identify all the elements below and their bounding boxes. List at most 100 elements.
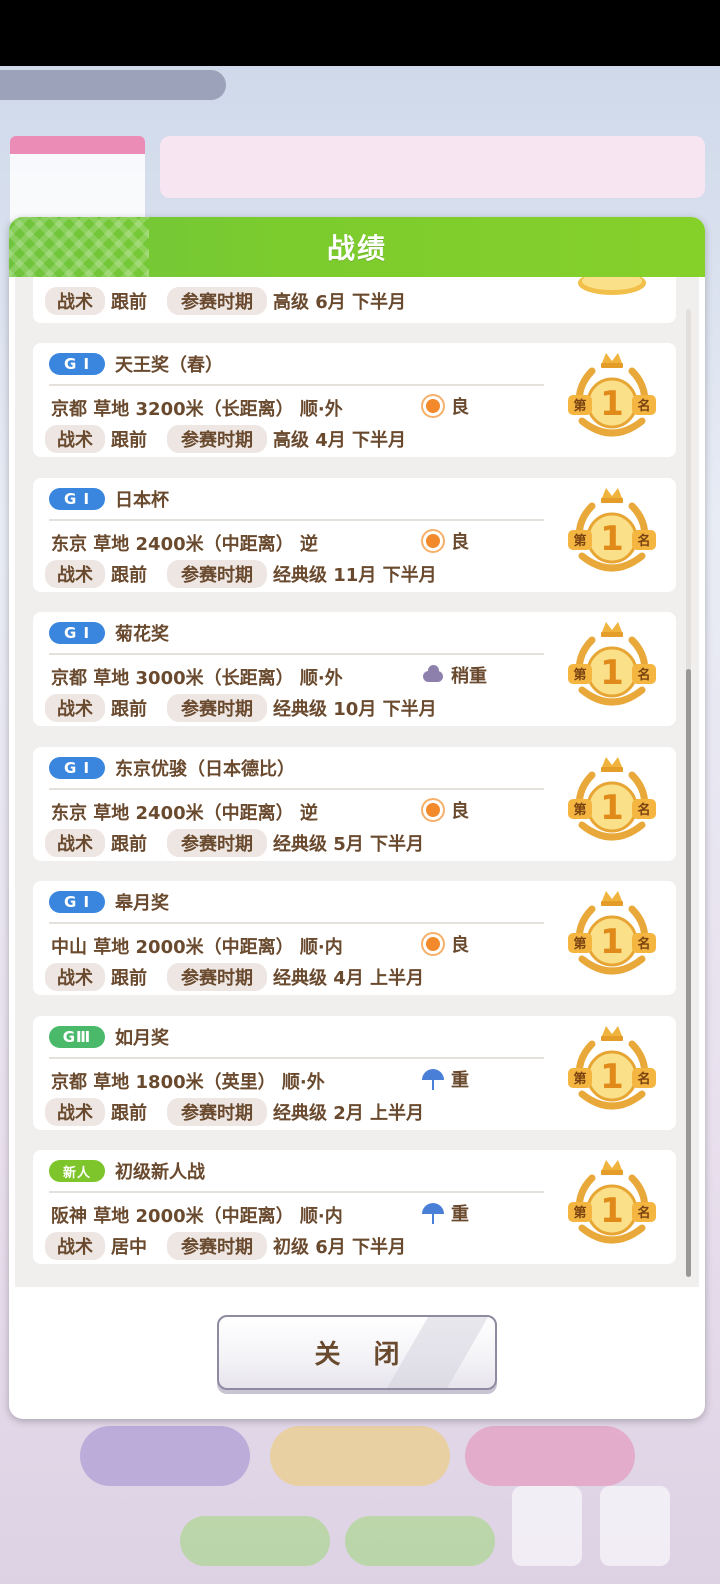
- tactic-value: 跟前: [111, 699, 147, 720]
- race-name: 如月奖: [115, 1027, 169, 1049]
- close-button-label: 关 闭: [314, 1340, 412, 1370]
- race-name: 日本杯: [115, 489, 169, 511]
- ground-condition: 稍重: [451, 666, 487, 687]
- dialog-header: 战绩: [9, 217, 705, 277]
- svg-text:第: 第: [573, 533, 586, 549]
- svg-text:1: 1: [600, 788, 624, 828]
- background-status-bar: [0, 70, 226, 100]
- period-label: 参赛时期: [167, 559, 267, 588]
- svg-text:名: 名: [637, 398, 650, 414]
- weather-status: 良: [421, 528, 469, 554]
- race-info: 中山 草地 2000米（中距离） 顺·内: [51, 937, 343, 958]
- sunny-icon: [421, 529, 445, 553]
- race-meta-row: 战术 跟前 参赛时期 经典级 10月 下半月: [45, 694, 437, 722]
- ground-condition: 良: [451, 935, 469, 956]
- race-card[interactable]: G I 天王奖（春） 京都 草地 3200米（长距离） 顺·外 良 战术 跟前 …: [33, 343, 676, 457]
- svg-text:1: 1: [600, 519, 624, 559]
- first-place-medal-icon: 1 第 名: [568, 756, 656, 840]
- divider: [49, 1191, 544, 1193]
- svg-text:1: 1: [600, 384, 624, 424]
- first-place-medal-icon: 1 第 名: [568, 622, 656, 706]
- svg-text:名: 名: [637, 1205, 650, 1221]
- tactic-label: 战术: [45, 828, 105, 857]
- race-name: 菊花奖: [115, 624, 169, 645]
- divider: [49, 787, 544, 790]
- svg-text:1: 1: [600, 1057, 624, 1097]
- sunny-icon: [421, 394, 445, 418]
- weather-status: 重: [421, 1200, 469, 1226]
- svg-text:名: 名: [637, 1071, 650, 1087]
- race-card[interactable]: G I 皋月奖 中山 草地 2000米（中距离） 顺·内 良 战术 跟前 参赛时…: [33, 881, 676, 995]
- period-label: 参赛时期: [167, 694, 267, 722]
- background-button: [270, 1426, 450, 1486]
- grade-badge: G I: [49, 487, 105, 510]
- race-meta-row: 战术 跟前 参赛时期 经典级 2月 上半月: [45, 1097, 424, 1126]
- rain-icon: [421, 1201, 445, 1225]
- first-place-medal-icon: 1 第 名: [568, 487, 656, 571]
- period-label: 参赛时期: [167, 963, 267, 991]
- first-place-medal-icon: 1 第 名: [568, 891, 656, 975]
- race-meta-row: 战术 跟前 参赛时期 经典级 5月 下半月: [45, 828, 425, 857]
- period-value: 经典级 4月 上半月: [273, 968, 425, 989]
- divider: [49, 384, 544, 386]
- tactic-label: 战术: [45, 287, 105, 315]
- race-card[interactable]: G I 日本杯 东京 草地 2400米（中距离） 逆 良 战术 跟前 参赛时期 …: [33, 477, 676, 592]
- divider: [49, 1056, 544, 1059]
- tactic-label: 战术: [45, 425, 105, 453]
- race-name: 东京优骏（日本德比）: [115, 758, 295, 780]
- race-card[interactable]: 新人 初级新人战 阪神 草地 2000米（中距离） 顺·内 重 战术 居中 参赛…: [33, 1150, 676, 1264]
- race-card[interactable]: G I 东京优骏（日本德比） 东京 草地 2400米（中距离） 逆 良 战术 跟…: [33, 746, 676, 861]
- race-record-dialog: 战绩 战术 跟前 参赛时期 高级 6月 下半月 G I 天王奖（春） 京都 草地…: [9, 217, 705, 1419]
- race-info: 东京 草地 2400米（中距离） 逆: [51, 533, 318, 555]
- svg-text:1: 1: [600, 653, 624, 693]
- tactic-value: 跟前: [111, 430, 147, 451]
- grade-badge: G I: [49, 756, 105, 779]
- first-place-medal-icon: 1 第 名: [568, 1160, 656, 1244]
- svg-text:名: 名: [637, 936, 650, 952]
- grade-badge: 新人: [49, 1160, 105, 1182]
- tactic-label: 战术: [45, 694, 105, 722]
- scrollbar-thumb[interactable]: [686, 669, 691, 1277]
- ground-condition: 良: [451, 531, 469, 553]
- period-value: 高级 6月 下半月: [273, 292, 407, 313]
- grade-badge: G I: [49, 622, 105, 644]
- first-place-medal-icon: 1 第 名: [568, 353, 656, 437]
- background-button: [465, 1426, 635, 1486]
- ground-condition: 良: [451, 397, 469, 418]
- race-meta-row: 战术 跟前 参赛时期 高级 4月 下半月: [45, 425, 406, 453]
- svg-text:第: 第: [573, 936, 586, 952]
- race-info: 京都 草地 3000米（长距离） 顺·外: [51, 668, 343, 689]
- grade-badge: G I: [49, 353, 105, 375]
- divider: [49, 518, 544, 521]
- period-value: 经典级 10月 下半月: [273, 699, 437, 720]
- weather-status: 重: [421, 1066, 469, 1092]
- svg-text:1: 1: [600, 922, 624, 962]
- weather-status: 良: [421, 797, 469, 823]
- background-tile: [600, 1486, 670, 1566]
- dialog-title: 战绩: [326, 232, 387, 265]
- race-card[interactable]: G I 菊花奖 京都 草地 3000米（长距离） 顺·外 稍重 战术 跟前 参赛…: [33, 612, 676, 726]
- weather-status: 稍重: [421, 662, 487, 688]
- grade-badge: G I: [49, 891, 105, 913]
- period-value: 初级 6月 下半月: [273, 1237, 407, 1258]
- tactic-label: 战术: [45, 963, 105, 991]
- svg-text:名: 名: [637, 533, 650, 549]
- race-name: 皋月奖: [115, 893, 169, 914]
- race-meta-row: 战术 跟前 参赛时期 经典级 11月 下半月: [45, 559, 437, 588]
- weather-status: 良: [421, 931, 469, 957]
- period-value: 经典级 5月 下半月: [273, 833, 425, 855]
- race-card[interactable]: GⅢ 如月奖 京都 草地 1800米（英里） 顺·外 重 战术 跟前 参赛时期 …: [33, 1015, 676, 1130]
- svg-text:第: 第: [573, 1205, 586, 1221]
- close-button[interactable]: 关 闭: [217, 1315, 497, 1390]
- first-place-medal-icon: 1 第 名: [568, 1025, 656, 1109]
- svg-text:第: 第: [573, 398, 586, 414]
- tactic-label: 战术: [45, 1232, 105, 1260]
- grade-badge: GⅢ: [49, 1025, 105, 1048]
- svg-text:名: 名: [637, 667, 650, 683]
- period-label: 参赛时期: [167, 828, 267, 857]
- period-label: 参赛时期: [167, 1232, 267, 1260]
- tactic-value: 跟前: [111, 564, 147, 586]
- race-record-list[interactable]: 战术 跟前 参赛时期 高级 6月 下半月 G I 天王奖（春） 京都 草地 32…: [15, 277, 699, 1287]
- race-info: 京都 草地 3200米（长距离） 顺·外: [51, 399, 343, 420]
- divider: [49, 653, 544, 655]
